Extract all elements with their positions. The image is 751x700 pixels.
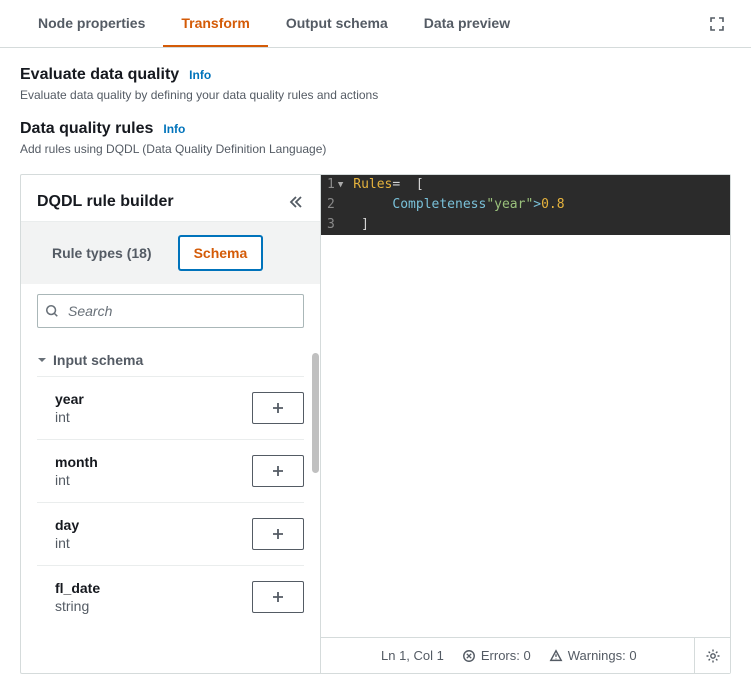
field-name: fl_date: [55, 580, 100, 596]
field-type: int: [55, 472, 98, 488]
field-type: int: [55, 535, 79, 551]
inner-tabs: Rule types (18) Schema: [21, 221, 320, 284]
evaluate-desc: Evaluate data quality by defining your d…: [20, 88, 731, 102]
expand-icon[interactable]: [703, 10, 731, 38]
tab-rule-types[interactable]: Rule types (18): [37, 236, 167, 270]
plus-icon: [270, 463, 286, 479]
schema-item: year int: [37, 376, 304, 439]
builder-title: DQDL rule builder: [37, 193, 174, 211]
builder-wrap: DQDL rule builder Rule types (18) Schema: [20, 174, 731, 674]
add-field-button[interactable]: [252, 455, 304, 487]
warnings-count: Warnings: 0: [549, 648, 637, 663]
tab-data-preview[interactable]: Data preview: [406, 1, 528, 47]
collapse-icon[interactable]: [288, 194, 304, 210]
evaluate-info-link[interactable]: Info: [189, 68, 211, 82]
section-rules: Data quality rules Info Add rules using …: [0, 102, 751, 156]
tabs-row: Node properties Transform Output schema …: [0, 0, 751, 48]
group-title: Input schema: [53, 352, 143, 368]
warning-icon: [549, 649, 563, 663]
rules-title: Data quality rules: [20, 120, 153, 138]
add-field-button[interactable]: [252, 392, 304, 424]
editor-gutter: 1▼ 2▼ 3▼: [321, 175, 349, 235]
group-input-schema[interactable]: Input schema: [37, 346, 304, 374]
gear-icon: [705, 648, 721, 664]
chevron-down-icon: [37, 355, 47, 365]
schema-item: fl_date string: [37, 565, 304, 628]
scrollbar-thumb[interactable]: [312, 353, 319, 473]
tab-schema[interactable]: Schema: [179, 236, 263, 270]
section-evaluate: Evaluate data quality Info Evaluate data…: [0, 48, 751, 102]
errors-count: Errors: 0: [462, 648, 531, 663]
search-box: [37, 294, 304, 328]
field-name: day: [55, 517, 79, 533]
plus-icon: [270, 589, 286, 605]
settings-button[interactable]: [694, 638, 730, 674]
field-type: string: [55, 598, 100, 614]
rules-info-link[interactable]: Info: [163, 122, 185, 136]
plus-icon: [270, 526, 286, 542]
right-panel: 1▼ 2▼ 3▼ Rules= [ Completeness"year">0.8…: [321, 175, 730, 673]
error-icon: [462, 649, 476, 663]
tab-output-schema[interactable]: Output schema: [268, 1, 406, 47]
tab-node-properties[interactable]: Node properties: [20, 1, 163, 47]
plus-icon: [270, 400, 286, 416]
schema-item: month int: [37, 439, 304, 502]
status-bar: Ln 1, Col 1 Errors: 0 Warnings: 0: [321, 637, 730, 673]
evaluate-title: Evaluate data quality: [20, 66, 179, 84]
field-name: year: [55, 391, 84, 407]
search-input[interactable]: [37, 294, 304, 328]
schema-item: day int: [37, 502, 304, 565]
field-type: int: [55, 409, 84, 425]
add-field-button[interactable]: [252, 518, 304, 550]
rules-desc: Add rules using DQDL (Data Quality Defin…: [20, 142, 731, 156]
tab-transform[interactable]: Transform: [163, 1, 267, 47]
fold-icon[interactable]: ▼: [338, 175, 343, 195]
left-panel: DQDL rule builder Rule types (18) Schema: [21, 175, 321, 673]
cursor-position: Ln 1, Col 1: [381, 648, 444, 663]
field-name: month: [55, 454, 98, 470]
code-editor[interactable]: 1▼ 2▼ 3▼ Rules= [ Completeness"year">0.8…: [321, 175, 730, 637]
code-content[interactable]: Rules= [ Completeness"year">0.8 ]: [349, 175, 730, 235]
add-field-button[interactable]: [252, 581, 304, 613]
